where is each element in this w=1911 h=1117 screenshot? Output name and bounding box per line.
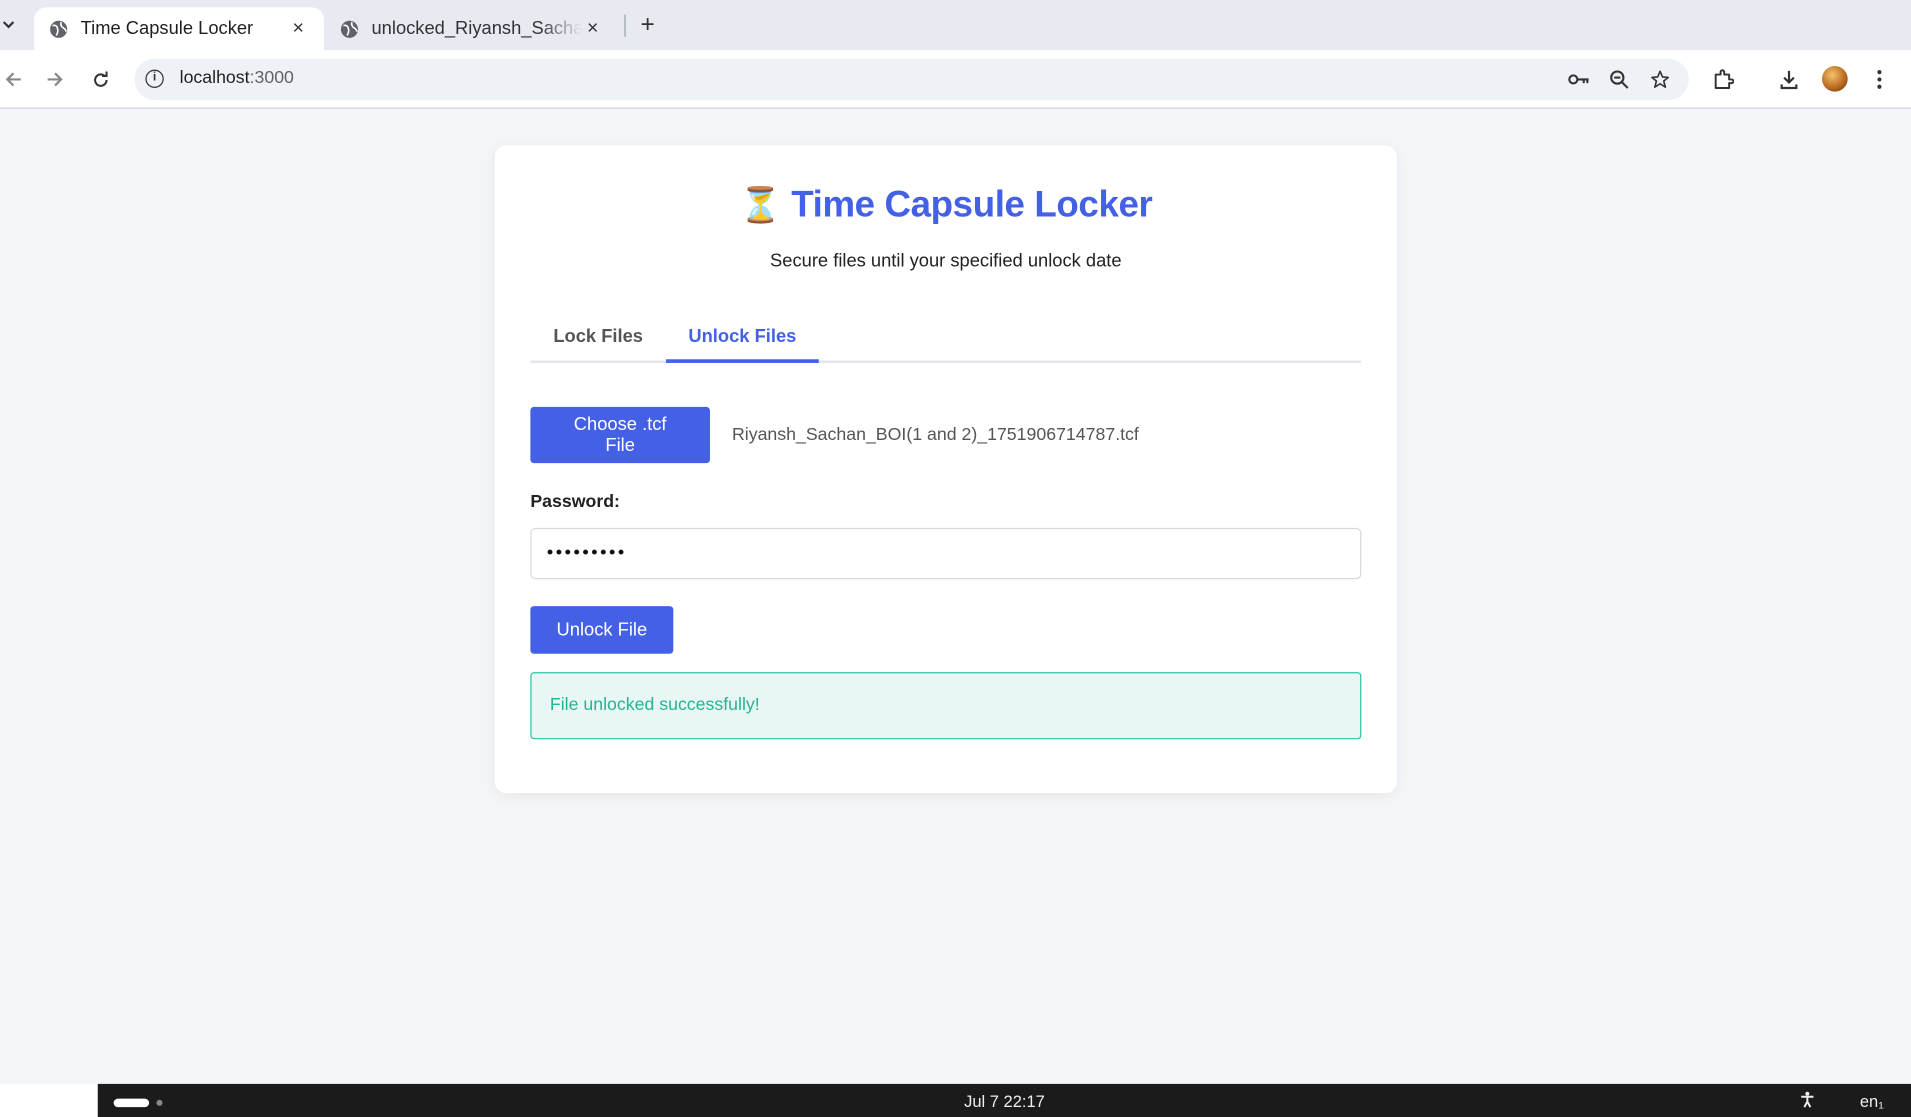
download-icon[interactable]	[1776, 65, 1803, 94]
forward-button[interactable]	[42, 65, 69, 94]
tab-lock-files[interactable]: Lock Files	[530, 314, 666, 363]
locker-card: ⏳ Time Capsule Locker Secure files until …	[494, 145, 1397, 794]
url-text[interactable]: localhost:3000	[180, 68, 294, 88]
url-host: localhost	[179, 68, 250, 88]
bookmark-star-icon[interactable]	[1647, 68, 1671, 90]
page-title-text: Time Capsule Locker	[791, 184, 1153, 225]
url-port: :3000	[249, 68, 294, 88]
browser-tab-time-capsule[interactable]: Time Capsule Locker ×	[34, 7, 324, 51]
extensions-icon[interactable]	[1710, 65, 1737, 94]
address-bar[interactable]: i localhost:3000	[134, 58, 1689, 101]
globe-icon	[340, 20, 359, 38]
reload-icon	[93, 70, 107, 87]
page-title: ⏳ Time Capsule Locker	[495, 185, 1397, 227]
selected-file-name: Riyansh_Sachan_BOI(1 and 2)_175190671478…	[731, 425, 1139, 445]
back-button[interactable]	[0, 65, 27, 94]
browser-toolbar: i localhost:3000	[0, 50, 1911, 109]
tab-strip: Time Capsule Locker × unlocked_Riyansh_S…	[0, 0, 1911, 51]
zoom-icon[interactable]	[1607, 68, 1631, 90]
forward-arrow-icon	[47, 72, 63, 87]
tab-title: Time Capsule Locker	[80, 18, 254, 40]
back-arrow-icon	[5, 72, 21, 87]
new-tab-button[interactable]: +	[634, 10, 661, 39]
hourglass-icon: ⏳	[739, 185, 782, 224]
key-icon[interactable]	[1567, 68, 1591, 90]
taskbar-corner	[0, 1083, 98, 1117]
tab-divider	[624, 14, 626, 37]
password-label: Password:	[530, 492, 620, 513]
input-language[interactable]: en₁	[1860, 1092, 1884, 1110]
site-info-icon[interactable]: i	[145, 69, 164, 88]
reload-button[interactable]	[87, 65, 114, 94]
tab-title: unlocked_Riyansh_Sachan_BOI(1 and 2)	[371, 18, 581, 40]
chevron-down-icon	[2, 20, 15, 28]
success-message: File unlocked successfully!	[530, 672, 1362, 740]
close-tab-icon[interactable]: ×	[287, 18, 309, 40]
page-subtitle: Secure files until your specified unlock…	[770, 250, 1122, 272]
tab-unlock-files[interactable]: Unlock Files	[665, 314, 819, 363]
tab-search-button[interactable]	[0, 10, 17, 39]
choose-file-button[interactable]: Choose .tcf File	[530, 406, 710, 464]
globe-icon	[50, 20, 68, 38]
file-picker-row: Choose .tcf File Riyansh_Sachan_BOI(1 an…	[530, 406, 1139, 464]
profile-avatar[interactable]	[1822, 65, 1848, 92]
password-value: •••••••••	[545, 543, 626, 564]
close-tab-icon[interactable]: ×	[582, 18, 604, 40]
taskbar: Jul 7 22:17 en₁	[97, 1083, 1911, 1117]
accessibility-icon[interactable]	[1800, 1091, 1815, 1113]
unlock-file-button[interactable]: Unlock File	[530, 606, 674, 654]
browser-tab-unlocked-file[interactable]: unlocked_Riyansh_Sachan_BOI(1 and 2) ×	[325, 7, 618, 50]
password-field[interactable]: •••••••••	[530, 527, 1362, 580]
mode-tabs: Lock Files Unlock Files	[530, 314, 1362, 363]
menu-icon[interactable]	[1866, 65, 1893, 94]
clock[interactable]: Jul 7 22:17	[98, 1092, 1911, 1110]
